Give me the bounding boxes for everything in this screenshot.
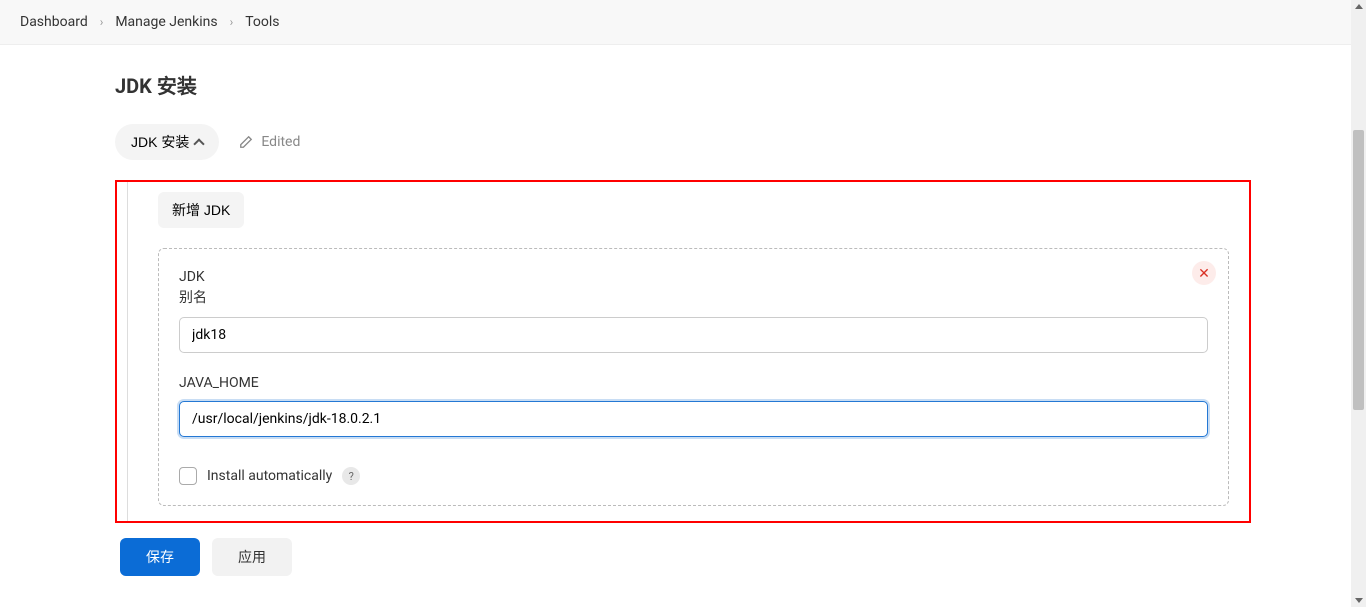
edited-indicator: Edited xyxy=(239,134,300,150)
save-button[interactable]: 保存 xyxy=(120,538,200,576)
help-icon[interactable]: ? xyxy=(342,467,360,485)
add-jdk-button[interactable]: 新增 JDK xyxy=(158,192,244,228)
java-home-input[interactable] xyxy=(179,401,1208,437)
highlighted-region: 新增 JDK ✕ JDK 别名 JAVA_HOME Install automa… xyxy=(115,180,1251,523)
install-auto-label: Install automatically xyxy=(207,468,332,484)
jdk-label: JDK xyxy=(179,269,1208,285)
chevron-right-icon: › xyxy=(230,15,234,29)
edited-label: Edited xyxy=(261,134,300,150)
page-title: JDK 安装 xyxy=(115,70,1251,99)
alias-label: 别名 xyxy=(179,287,1208,307)
chevron-up-icon xyxy=(194,138,205,149)
java-home-label: JAVA_HOME xyxy=(179,375,1208,391)
breadcrumb: Dashboard › Manage Jenkins › Tools xyxy=(0,0,1366,45)
scroll-down-arrow-icon xyxy=(1355,598,1363,603)
apply-button[interactable]: 应用 xyxy=(212,538,292,576)
section-collapse-button[interactable]: JDK 安装 xyxy=(115,124,219,160)
scrollbar[interactable] xyxy=(1351,0,1366,607)
jdk-entry: ✕ JDK 别名 JAVA_HOME Install automatically… xyxy=(158,248,1229,506)
install-auto-checkbox[interactable] xyxy=(179,467,197,485)
breadcrumb-dashboard[interactable]: Dashboard xyxy=(20,14,88,30)
scroll-up-arrow-icon xyxy=(1355,4,1363,9)
breadcrumb-tools[interactable]: Tools xyxy=(245,14,279,30)
alias-input[interactable] xyxy=(179,317,1208,353)
pencil-icon xyxy=(239,135,253,149)
section-collapse-label: JDK 安装 xyxy=(131,132,189,152)
close-icon: ✕ xyxy=(1198,266,1210,280)
remove-jdk-button[interactable]: ✕ xyxy=(1192,261,1216,285)
chevron-right-icon: › xyxy=(100,15,104,29)
breadcrumb-manage-jenkins[interactable]: Manage Jenkins xyxy=(115,14,217,30)
scroll-thumb[interactable] xyxy=(1353,130,1364,410)
